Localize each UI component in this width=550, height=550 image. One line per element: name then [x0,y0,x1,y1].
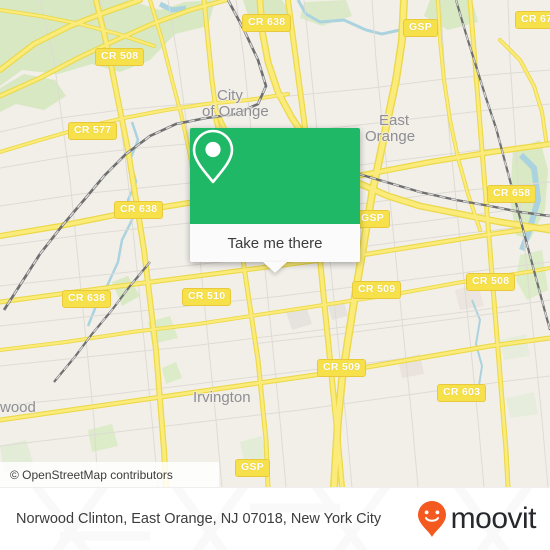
app-root: CR 638 GSP CR 670 CR 508 CR 577 CR 638 CR 658 G… [0,0,550,550]
moovit-wordmark: moovit [450,502,537,535]
location-pin-icon [192,129,234,184]
road-shield: CR 658 [487,185,537,203]
card-header [190,128,360,224]
road-shield: CR 510 [182,288,232,306]
place-label: Irvington [193,389,251,406]
road-shield: GSP [235,459,271,477]
location-address: Norwood Clinton, East Orange, NJ 07018, … [16,511,382,527]
road-shield: CR 603 [437,384,487,402]
moovit-pin-icon [417,501,446,537]
road-shield: CR 509 [317,359,367,377]
place-label: Orange [365,128,416,145]
moovit-logo: moovit [417,500,537,538]
card-pointer-tail [263,262,287,273]
road-shield: CR 508 [95,48,145,66]
road-shield: GSP [355,210,391,228]
location-info-card[interactable]: Take me there [190,128,360,273]
road-shield: CR 638 [114,201,164,219]
road-shield: CR 638 [242,14,292,32]
map-canvas[interactable]: CR 638 GSP CR 670 CR 508 CR 577 CR 638 CR 658 G… [0,0,550,487]
map-attribution[interactable]: © OpenStreetMap contributors [0,462,219,487]
take-me-there-button[interactable]: Take me there [190,224,360,262]
road-shield: CR 638 [62,290,112,308]
take-me-there-label: Take me there [227,234,323,252]
road-shield: CR 508 [466,273,516,291]
road-shield: GSP [403,19,439,37]
place-label: of Orange [202,103,269,120]
place-label: City [217,87,243,104]
road-shield: CR 509 [352,281,402,299]
footer-bar: Norwood Clinton, East Orange, NJ 07018, … [0,487,550,550]
place-label: wood [0,399,36,416]
road-shield: CR 577 [68,122,118,140]
place-label: East [379,112,410,129]
road-shield: CR 670 [515,11,550,29]
attribution-text: © OpenStreetMap contributors [10,467,173,482]
